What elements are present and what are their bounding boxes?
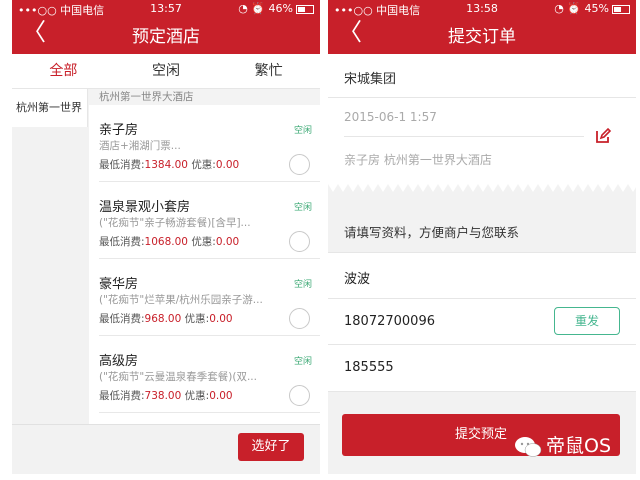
battery-percent: 46% — [268, 2, 293, 15]
battery-percent: 45% — [584, 2, 609, 15]
status-bar: •••○○ 中国电信 13:57 ◔ ⏰ 46% — [18, 2, 314, 18]
room-name: 高级房 — [99, 354, 139, 369]
availability-badge: 空闲 — [293, 357, 312, 367]
room-item[interactable]: 温泉景观小套房 空闲 ("花痴节"亲子畅游套餐)[含早]... 最低消费:106… — [99, 182, 320, 259]
phone-value: 18072700096 — [344, 314, 435, 329]
order-summary-card: 宋城集团 2015-06-1 1:57 亲子房 杭州第一世界大酒店 — [328, 54, 636, 184]
wechat-logo-icon — [515, 436, 542, 457]
room-description: ("花痴节"云曼温泉春季套餐)(双... — [99, 371, 257, 383]
company-name: 宋城集团 — [344, 72, 397, 87]
room-price-line: 最低消费:1068.00 优惠:0.00 — [99, 234, 239, 249]
room-select-radio[interactable] — [289, 231, 310, 252]
room-price-line: 最低消费:968.00 优惠:0.00 — [99, 311, 233, 326]
contact-name-value: 波波 — [344, 272, 371, 287]
page-title: 预定酒店 — [132, 27, 200, 47]
verification-code-field[interactable]: 185555 — [328, 344, 636, 392]
verification-code-value: 185555 — [344, 360, 394, 375]
price-label: 最低消费: — [99, 236, 145, 248]
alarm-icon: ◔ ⏰ — [238, 2, 269, 15]
discount-label: 优惠: — [191, 236, 216, 248]
availability-badge: 空闲 — [293, 126, 312, 136]
room-price: 738.00 — [144, 390, 182, 402]
tab-busy[interactable]: 繁忙 — [217, 54, 320, 88]
price-label: 最低消费: — [99, 390, 145, 402]
edit-icon[interactable] — [594, 127, 612, 145]
battery-status: ◔ ⏰ 45% — [554, 2, 630, 15]
room-description: ("花痴节"亲子畅游套餐)[含早]... — [99, 217, 251, 229]
tab-available[interactable]: 空闲 — [115, 54, 218, 88]
discount-label: 优惠: — [184, 390, 210, 402]
discount-label: 优惠: — [184, 313, 210, 325]
room-price: 968.00 — [144, 313, 182, 325]
order-date: 2015-06-1 1:57 — [344, 110, 437, 124]
room-select-radio[interactable] — [289, 308, 310, 329]
room-name: 亲子房 — [99, 123, 139, 138]
price-label: 最低消费: — [99, 313, 145, 325]
room-price: 1068.00 — [144, 236, 188, 248]
confirm-selection-button[interactable]: 选好了 — [238, 433, 304, 461]
phone-field[interactable]: 18072700096 重发 — [328, 298, 636, 345]
price-label: 最低消费: — [99, 159, 145, 171]
battery-icon — [296, 4, 314, 14]
room-item[interactable]: 亲子房 空闲 酒店+湘湖门票... 最低消费:1384.00 优惠:0.00 — [99, 105, 320, 182]
room-select-radio[interactable] — [289, 385, 310, 406]
filter-tabs: 全部 空闲 繁忙 — [12, 54, 320, 89]
divider — [344, 136, 584, 137]
page-title: 提交订单 — [448, 27, 516, 47]
room-discount: 0.00 — [215, 159, 240, 171]
room-description: ("花痴节"烂苹果/杭州乐园亲子游... — [99, 294, 263, 306]
room-discount: 0.00 — [209, 313, 233, 325]
room-description: 酒店+湘湖门票... — [99, 140, 181, 152]
room-price-line: 最低消费:1384.00 优惠:0.00 — [99, 157, 239, 172]
contact-name-field[interactable]: 波波 — [328, 252, 636, 299]
status-bar: •••○○ 中国电信 13:58 ◔ ⏰ 45% — [334, 2, 630, 18]
room-item[interactable]: 高级房 空闲 ("花痴节"云曼温泉春季套餐)(双... 最低消费:738.00 … — [99, 336, 320, 413]
room-list: 杭州第一世界大酒店 亲子房 空闲 酒店+湘湖门票... 最低消费:1384.00… — [89, 89, 320, 424]
availability-badge: 空闲 — [293, 203, 312, 213]
nav-bar: •••○○ 中国电信 13:57 ◔ ⏰ 46% 〈 预定酒店 — [12, 0, 320, 54]
submit-order-screen: •••○○ 中国电信 13:58 ◔ ⏰ 45% 〈 提交订单 宋城集团 201… — [328, 0, 636, 474]
watermark: 帝鼠OS — [514, 430, 611, 462]
discount-label: 优惠: — [191, 159, 216, 171]
room-discount: 0.00 — [209, 390, 233, 402]
resend-code-button[interactable]: 重发 — [554, 307, 620, 335]
divider — [328, 97, 636, 98]
receipt-edge — [328, 184, 636, 192]
room-item[interactable]: 豪华房 空闲 ("花痴节"烂苹果/杭州乐园亲子游... 最低消费:968.00 … — [99, 259, 320, 336]
alarm-icon: ◔ ⏰ — [554, 2, 585, 15]
selected-room-info: 亲子房 杭州第一世界大酒店 — [344, 153, 492, 167]
room-price: 1384.00 — [144, 159, 188, 171]
contact-hint: 请填写资料，方便商户与您联系 — [344, 225, 520, 240]
hotel-name-header: 杭州第一世界大酒店 — [89, 89, 320, 105]
hotel-booking-screen: •••○○ 中国电信 13:57 ◔ ⏰ 46% 〈 预定酒店 全部 空闲 繁忙… — [12, 0, 320, 474]
room-select-radio[interactable] — [289, 154, 310, 175]
sidebar-item-hotel[interactable]: 杭州第一世界 — [12, 89, 88, 127]
nav-bar: •••○○ 中国电信 13:58 ◔ ⏰ 45% 〈 提交订单 — [328, 0, 636, 54]
hotel-sidebar: 杭州第一世界 — [12, 89, 88, 424]
watermark-text: 帝鼠OS — [546, 435, 612, 457]
availability-badge: 空闲 — [293, 280, 312, 290]
room-discount: 0.00 — [215, 236, 240, 248]
battery-status: ◔ ⏰ 46% — [238, 2, 314, 15]
tab-all[interactable]: 全部 — [12, 54, 115, 88]
battery-icon — [612, 4, 630, 14]
room-price-line: 最低消费:738.00 优惠:0.00 — [99, 388, 233, 403]
room-name: 豪华房 — [99, 277, 139, 292]
bottom-bar: 选好了 — [12, 424, 320, 474]
room-name: 温泉景观小套房 — [99, 200, 191, 215]
